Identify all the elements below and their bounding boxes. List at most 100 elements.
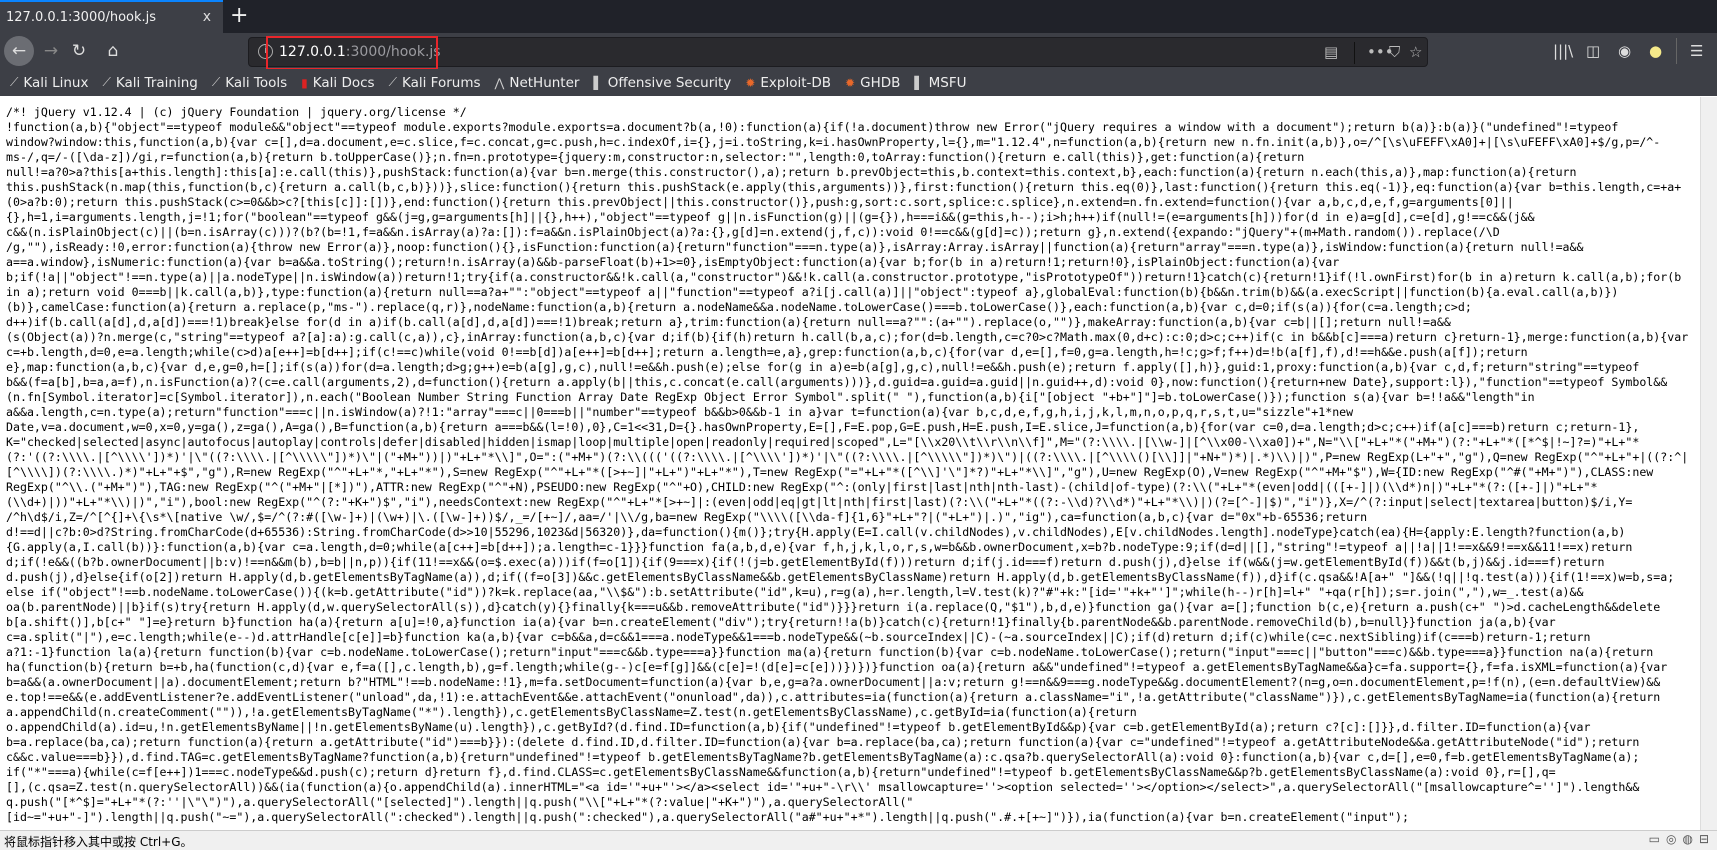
tab-hook-js[interactable]: 127.0.0.1:3000/hook.js x bbox=[0, 0, 223, 33]
home-button[interactable]: ⌂ bbox=[100, 39, 126, 63]
code-line: oa(b.parentNode)||b}if(s)try{return H.ap… bbox=[6, 600, 1661, 614]
new-tab-button[interactable]: + bbox=[230, 3, 248, 28]
code-line: a.appendChild(n.createComment("")),!a.ge… bbox=[6, 705, 1137, 719]
tray-volume-icon[interactable]: ◍ bbox=[1682, 832, 1692, 846]
code-line: null!=a?0>a?this[a+this.length]:this[a]:… bbox=[6, 165, 1577, 179]
script-source: /*! jQuery v1.12.4 | (c) jQuery Foundati… bbox=[6, 105, 1700, 825]
code-line: /^h\d$/i,Z=/^[^{]+\{\s*\[native \w/,$=/^… bbox=[6, 510, 1368, 524]
offsec-icon: ▌ bbox=[593, 75, 603, 90]
pocket-icon[interactable]: ⛉ bbox=[1389, 43, 1400, 61]
code-line: [^\\\\])(?:\\\\.)*)"+L+"+$","g"),R=new R… bbox=[6, 465, 1654, 479]
bookmark-kali-training[interactable]: ⟋ Kali Training bbox=[102, 75, 197, 91]
code-line: window?window:this,function(a,b){var c=[… bbox=[6, 135, 1661, 149]
bookmark-label: NetHunter bbox=[509, 74, 580, 91]
bookmark-label: Kali Docs bbox=[312, 74, 375, 91]
tray-usb-icon[interactable]: ⊟ bbox=[1699, 832, 1709, 846]
library-icon[interactable]: |||\ bbox=[1553, 42, 1573, 60]
status-bar: 将鼠标指针移入其中或按 Ctrl+G。 ▭ ◎ ◍ ⊟ bbox=[0, 830, 1717, 850]
bookmark-label: GHDB bbox=[860, 74, 901, 91]
code-line: (b)},camelCase:function(a){return a.repl… bbox=[6, 300, 1472, 314]
bookmark-kali-forums[interactable]: ⟋ Kali Forums bbox=[389, 75, 481, 91]
code-line: d.push(j),d}else{if(o[2])return H.apply(… bbox=[6, 570, 1675, 584]
url-highlight-box bbox=[266, 36, 438, 70]
tray-app-icon[interactable]: ▭ bbox=[1649, 832, 1660, 846]
code-line: a&&a.length,c=n.type(a);return"function"… bbox=[6, 405, 1354, 419]
close-tab-icon[interactable]: x bbox=[203, 9, 211, 25]
menu-icon[interactable]: ☰ bbox=[1690, 42, 1703, 60]
code-line: b[a.shift()],b[c+" "]=e}return b}functio… bbox=[6, 615, 1556, 629]
code-line: else if("object"!==b.nodeName.toLowerCas… bbox=[6, 585, 1584, 599]
bookmark-exploit-db[interactable]: ✹ Exploit-DB bbox=[745, 75, 831, 91]
code-line: e},map:function(a,b,c){var d,e,g=0,h=[];… bbox=[6, 360, 1640, 374]
code-line: [],(c.qsa=Z.test(n.querySelectorAll))&&(… bbox=[6, 780, 1640, 794]
offsec-icon: ▌ bbox=[914, 75, 924, 90]
exploitdb-icon: ✹ bbox=[745, 75, 756, 90]
code-line: d++)if(b.call(a[d],d,a[d])===!1)break}el… bbox=[6, 315, 1451, 329]
bookmark-label: Exploit-DB bbox=[760, 74, 832, 91]
code-line: RegExp("^\\.("+M+")"),TAG:new RegExp("^(… bbox=[6, 480, 1598, 494]
kali-docs-icon: ▮ bbox=[301, 75, 308, 90]
back-button[interactable]: ← bbox=[4, 36, 34, 66]
reader-view-icon[interactable]: ▤ bbox=[1324, 43, 1338, 61]
forward-button[interactable]: → bbox=[38, 39, 64, 63]
code-line: a==a.window},isNumeric:function(a){var b… bbox=[6, 255, 1340, 269]
code-line: ms-/,q=/-([\da-z])/gi,r=function(a,b){re… bbox=[6, 150, 1305, 164]
bookmark-label: Kali Training bbox=[115, 74, 198, 91]
code-line: b;if(!a||"object"!==n.type(a)||a.nodeTyp… bbox=[6, 270, 1682, 284]
code-line: if("*"===a){while(c=f[e++])1===c.nodeTyp… bbox=[6, 765, 1556, 779]
bookmark-offensive-security[interactable]: ▌ Offensive Security bbox=[593, 75, 731, 91]
code-line: o.appendChild(a).id=u,!n.getElementsByNa… bbox=[6, 720, 1591, 734]
bookmark-ghdb[interactable]: ✹ GHDB bbox=[845, 75, 900, 91]
system-tray: ▭ ◎ ◍ ⊟ bbox=[1649, 832, 1709, 846]
kali-dragon-icon: ⟋ bbox=[10, 75, 19, 89]
bookmark-label: MSFU bbox=[928, 74, 967, 91]
kali-dragon-icon: ⟋ bbox=[211, 75, 221, 89]
code-line: b=a&&(a.ownerDocument||a).documentElemen… bbox=[6, 675, 1661, 689]
bookmark-label: Offensive Security bbox=[607, 74, 732, 91]
reload-button[interactable]: ↻ bbox=[66, 39, 92, 63]
exploitdb-icon: ✹ bbox=[845, 75, 856, 90]
code-line: (\\d+)|))"+L+"*\\)|)","i"),bool:new RegE… bbox=[6, 495, 1633, 509]
code-line: c=+b.length,d=0,e=a.length;while(c>d)a[e… bbox=[6, 345, 1528, 359]
code-line: c&&(n.isPlainObject(c)||(b=n.isArray(c))… bbox=[6, 225, 1500, 239]
code-line: e.top!==e&&(e.addEventListener?e.addEven… bbox=[6, 690, 1661, 704]
code-line: this.pushStack(n.map(this,function(b,c){… bbox=[6, 180, 1682, 194]
bookmark-msfu[interactable]: ▌ MSFU bbox=[914, 75, 966, 91]
kali-dragon-icon: ⟋ bbox=[388, 75, 397, 89]
bookmark-label: Kali Tools bbox=[225, 74, 288, 91]
code-line: !function(a,b){"object"==typeof module&&… bbox=[6, 120, 1619, 134]
code-line: K="checked|selected|async|autofocus|auto… bbox=[6, 435, 1640, 449]
vertical-scrollbar[interactable] bbox=[1700, 97, 1717, 830]
code-line: (0>a?b:0);return this.pushStack(c>=0&&b>… bbox=[6, 195, 1514, 209]
extension-icon[interactable]: ● bbox=[1649, 42, 1662, 60]
code-line: d!==d||c?b:0>d?String.fromCharCode(d+655… bbox=[6, 525, 1626, 539]
bookmark-kali-linux[interactable]: ⟋ Kali Linux bbox=[10, 75, 88, 91]
tab-title: 127.0.0.1:3000/hook.js bbox=[6, 10, 157, 25]
code-line: a?1:-1}function la(a){return function(b)… bbox=[6, 645, 1654, 659]
code-line: [id~="+u+"-]").length||q.push("~="),a.qu… bbox=[6, 810, 1409, 824]
bookmark-kali-docs[interactable]: ▮ Kali Docs bbox=[301, 75, 374, 91]
kali-dragon-icon: ⟋ bbox=[102, 75, 111, 89]
code-line: {},h=1,i=arguments.length,j=!1;for("bool… bbox=[6, 210, 1535, 224]
account-icon[interactable]: ◉ bbox=[1618, 42, 1631, 60]
code-line: c&&c.value===b}}),d.find.TAG=c.getElemen… bbox=[6, 750, 1640, 764]
sidebar-icon[interactable]: ◫ bbox=[1586, 42, 1600, 60]
bookmark-star-icon[interactable]: ☆ bbox=[1409, 43, 1422, 61]
code-line: /*! jQuery v1.12.4 | (c) jQuery Foundati… bbox=[6, 105, 467, 119]
nav-toolbar: ← → ↻ ⌂ i 127.0.0.1:3000/hook.js ▤ ••• ⛉… bbox=[0, 33, 1717, 69]
page-content: /*! jQuery v1.12.4 | (c) jQuery Foundati… bbox=[0, 97, 1700, 830]
code-line: in a);return void 0===b||k.call(a,b)},ty… bbox=[6, 285, 1619, 299]
code-line: ha(function(b){return b=+b,ha(function(c… bbox=[6, 660, 1668, 674]
status-text: 将鼠标指针移入其中或按 Ctrl+G。 bbox=[4, 835, 193, 849]
code-line: c=a.split("|"),e=c.length;while(e--)d.at… bbox=[6, 630, 1591, 644]
code-line: Date,v=a.document,w=0,x=0,y=ga(),z=ga(),… bbox=[6, 420, 1640, 434]
code-line: q.push("[*^$]="+L+"*(?:''|\"\")"),a.quer… bbox=[6, 795, 914, 809]
code-line: {G.apply(a,I.call(b))}:function(a,b){var… bbox=[6, 540, 1633, 554]
nethunter-icon: ⋀ bbox=[494, 75, 505, 90]
code-line: b&&(f=a[b],b=a,a=f),n.isFunction(a)?(c=e… bbox=[6, 375, 1668, 389]
code-line: /g,""),isReady:!0,error:function(a){thro… bbox=[6, 240, 1584, 254]
bookmark-label: Kali Linux bbox=[23, 74, 89, 91]
bookmark-kali-tools[interactable]: ⟋ Kali Tools bbox=[212, 75, 287, 91]
tray-network-icon[interactable]: ◎ bbox=[1666, 832, 1676, 846]
bookmark-nethunter[interactable]: ⋀ NetHunter bbox=[495, 75, 580, 91]
